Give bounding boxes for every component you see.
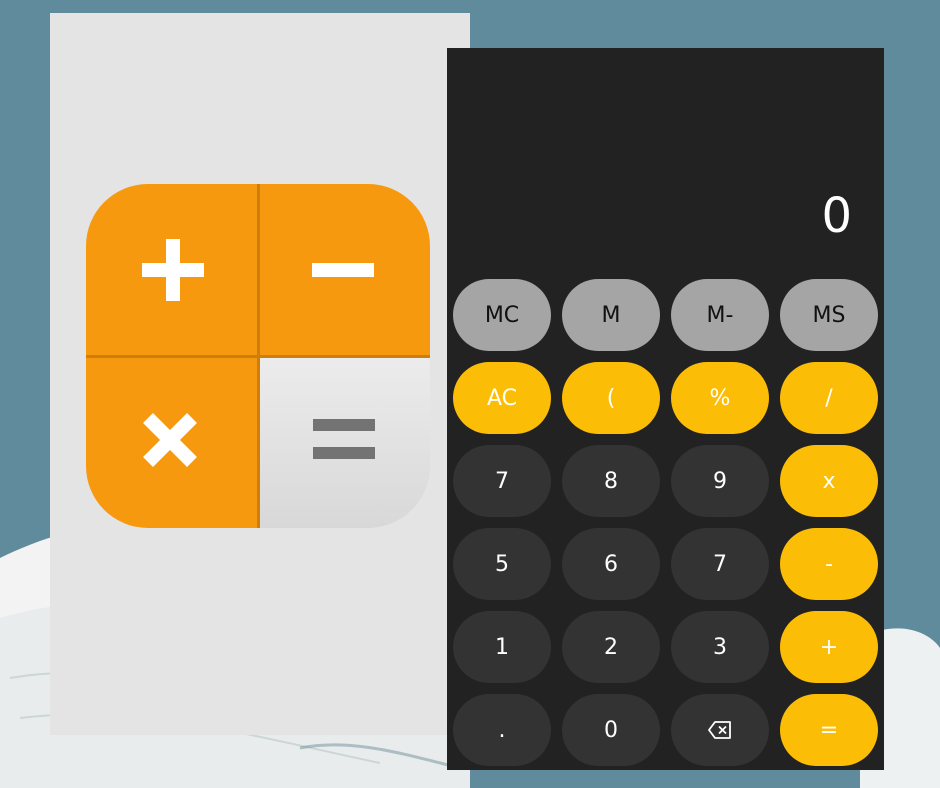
m-button[interactable]: M <box>562 279 660 351</box>
ms-button[interactable]: MS <box>780 279 878 351</box>
paren-button[interactable]: ( <box>562 362 660 434</box>
multiply-icon <box>143 413 197 467</box>
digit-8-button[interactable]: 8 <box>562 445 660 517</box>
multiply-quadrant <box>86 356 258 528</box>
minus-quadrant <box>258 184 430 356</box>
equals-quadrant <box>258 356 430 528</box>
digit-7-button[interactable]: 7 <box>453 445 551 517</box>
minus-icon <box>312 263 374 277</box>
add-button[interactable]: + <box>780 611 878 683</box>
multiply-button[interactable]: x <box>780 445 878 517</box>
digit-9-button[interactable]: 9 <box>671 445 769 517</box>
digit-0-button[interactable]: 0 <box>562 694 660 766</box>
backspace-icon <box>708 721 731 739</box>
equals-icon <box>313 419 375 459</box>
result-display: 0 <box>821 188 852 244</box>
calculator-screen: 0 MC M M- MS AC ( % / 7 8 9 x 5 6 7 - 1 … <box>447 48 884 770</box>
m-minus-button[interactable]: M- <box>671 279 769 351</box>
digit-3-button[interactable]: 3 <box>671 611 769 683</box>
plus-quadrant <box>86 184 258 356</box>
calculator-app-icon[interactable] <box>86 184 430 528</box>
app-icon-panel <box>50 13 470 735</box>
digit-1-button[interactable]: 1 <box>453 611 551 683</box>
ac-button[interactable]: AC <box>453 362 551 434</box>
digit-6-button[interactable]: 6 <box>562 528 660 600</box>
equals-button[interactable]: = <box>780 694 878 766</box>
mc-button[interactable]: MC <box>453 279 551 351</box>
percent-button[interactable]: % <box>671 362 769 434</box>
divide-button[interactable]: / <box>780 362 878 434</box>
decimal-button[interactable]: . <box>453 694 551 766</box>
digit-5-button[interactable]: 5 <box>453 528 551 600</box>
plus-icon <box>142 239 204 301</box>
backspace-button[interactable] <box>671 694 769 766</box>
digit-2-button[interactable]: 2 <box>562 611 660 683</box>
digit-7b-button[interactable]: 7 <box>671 528 769 600</box>
icon-divider-horizontal <box>86 355 430 358</box>
subtract-button[interactable]: - <box>780 528 878 600</box>
